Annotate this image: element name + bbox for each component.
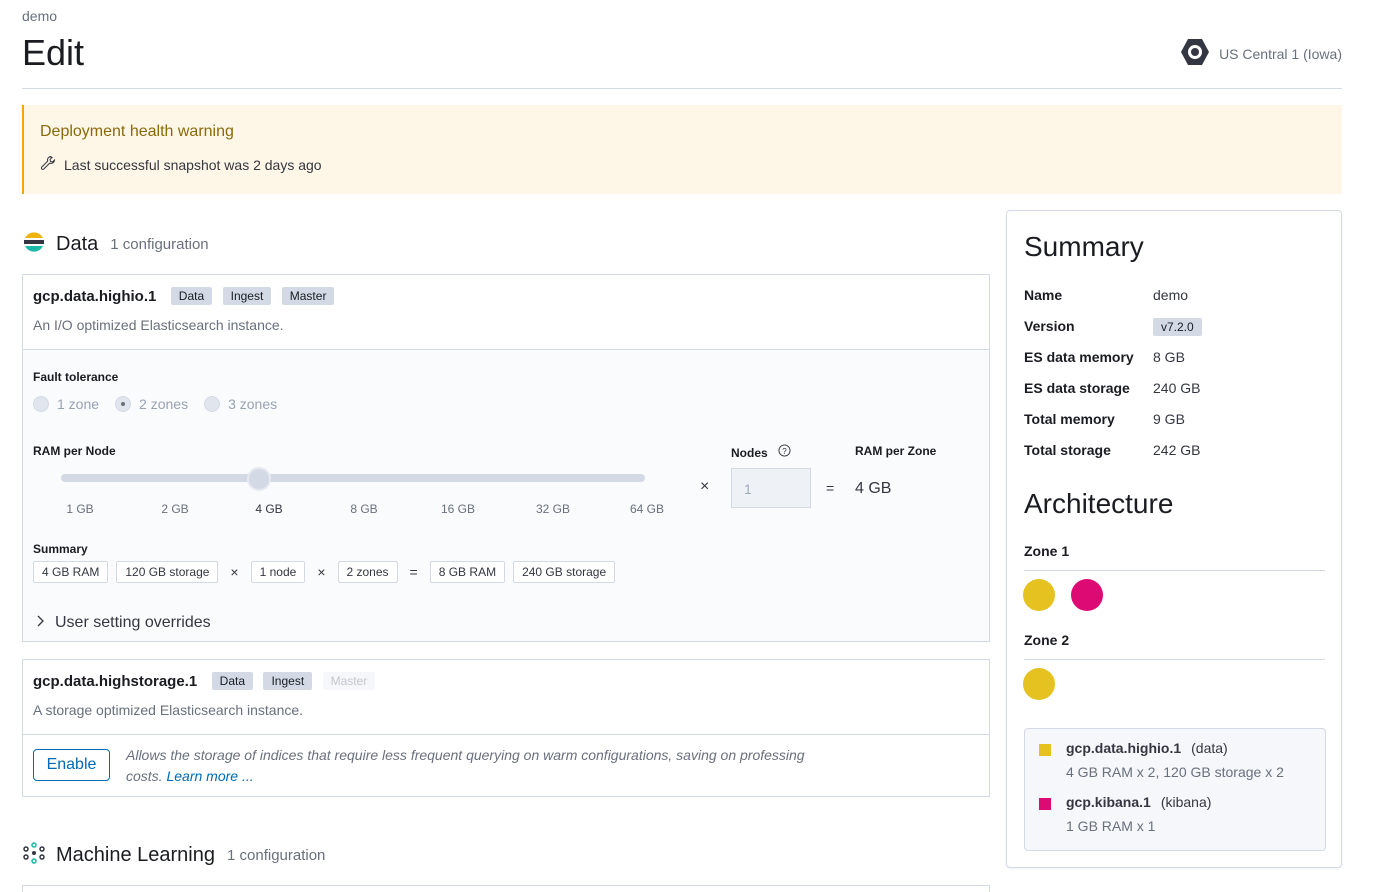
chevron-right-icon [35,614,45,632]
summary-storage-pill: 120 GB storage [116,561,219,583]
ram-slider-thumb[interactable] [247,467,271,491]
summary-row-total-memory: Total memory 9 GB [1024,411,1185,427]
instance-name: gcp.data.highstorage.1 [33,672,198,690]
zone-1-label: Zone 1 [1024,543,1070,559]
zone-1-data-node [1023,579,1055,611]
architecture-title: Architecture [1024,488,1174,519]
zone-1-kibana-node [1071,579,1103,611]
version-badge: v7.2.0 [1153,318,1202,336]
architecture-legend: gcp.data.highio.1 (data) 4 GB RAM x 2, 12… [1024,728,1326,851]
machine-learning-icon [22,841,46,870]
summary-label: Summary [33,542,88,556]
ml-section-header: Machine Learning 1 configuration [22,841,325,870]
equals-sign: = [409,564,418,580]
zone-divider [1024,570,1325,571]
tick-label: 8 GB [350,502,378,516]
radio-2-zones[interactable]: 2 zones [115,396,188,412]
zone-divider [1024,659,1325,660]
summary-row-total-storage: Total storage 242 GB [1024,442,1201,458]
callout-message: Last successful snapshot was 2 days ago [64,156,322,173]
multiply-sign: × [317,564,326,580]
fault-tolerance-group: 1 zone 2 zones 3 zones [33,396,277,412]
badge-master-disabled: Master [322,672,376,690]
user-setting-overrides-label: User setting overrides [55,614,211,631]
radio-3-zones[interactable]: 3 zones [204,396,277,412]
summary-ram-pill: 4 GB RAM [33,561,109,583]
enable-description: Allows the storage of indices that requi… [126,747,805,784]
ram-per-node-label: RAM per Node [33,444,116,458]
help-icon[interactable]: ? [778,444,791,462]
multiply-sign: × [230,564,239,580]
region-indicator: US Central 1 (Iowa) [1179,36,1342,71]
elasticsearch-icon [22,230,46,259]
page-title: Edit [22,32,85,73]
radio-1-zone[interactable]: 1 zone [33,396,99,412]
user-setting-overrides-toggle[interactable]: User setting overrides [35,614,211,632]
summary-row-es-storage: ES data storage 240 GB [1024,380,1201,396]
summary-row-version: Version v7.2.0 [1024,318,1202,336]
summary-nodes-pill: 1 node [250,561,306,583]
tick-label-selected: 4 GB [255,502,283,516]
enable-row: Enable Allows the storage of indices tha… [23,734,989,796]
nodes-label: Nodes [731,446,768,460]
equals-sign: = [826,480,835,496]
tick-label: 16 GB [440,502,476,516]
health-warning-callout: Deployment health warning Last successfu… [22,105,1342,194]
instance-panel-highstorage: gcp.data.highstorage.1 Data Ingest Maste… [22,659,990,797]
ram-per-zone-value: 4 GB [855,480,892,497]
data-section-header: Data 1 configuration [22,230,209,259]
wrench-icon [40,155,56,174]
instance-panel-highio: gcp.data.highio.1 Data Ingest Master An … [22,274,990,642]
data-section-title: Data [56,233,99,255]
badge-ingest: Ingest [222,287,272,305]
enable-button[interactable]: Enable [33,749,110,781]
summary-total-ram-pill: 8 GB RAM [429,561,506,583]
tick-label: 1 GB [66,502,94,516]
badge-data: Data [170,287,213,305]
instance-config: Fault tolerance 1 zone 2 zones 3 zones R… [23,349,989,641]
badge-ingest: Ingest [263,672,313,690]
tick-label: 64 GB [629,502,665,516]
instance-description: A storage optimized Elasticsearch instan… [33,702,304,719]
header-divider [22,88,1342,89]
badge-master: Master [281,287,335,305]
region-label: US Central 1 (Iowa) [1219,45,1342,62]
legend-swatch [1039,744,1051,756]
tick-label: 32 GB [535,502,571,516]
nodes-input[interactable]: 1 [731,468,811,508]
learn-more-link[interactable]: Learn more ... [166,768,253,784]
gcp-icon [1179,36,1211,71]
summary-zones-pill: 2 zones [337,561,398,583]
zone-2-label: Zone 2 [1024,632,1070,648]
legend-swatch [1039,798,1051,810]
ml-section-subtitle: 1 configuration [227,847,326,864]
data-section-subtitle: 1 configuration [110,236,209,253]
callout-title: Deployment health warning [40,123,234,140]
badge-data: Data [211,672,254,690]
zone-2-data-node [1023,668,1055,700]
ml-panel-edge [22,885,990,892]
summary-row-es-memory: ES data memory 8 GB [1024,349,1185,365]
multiply-sign: × [700,478,710,495]
ram-per-zone-label: RAM per Zone [855,444,937,458]
instance-description: An I/O optimized Elasticsearch instance. [33,317,284,334]
summary-card: Summary Name demo Version v7.2.0 ES data… [1006,210,1342,868]
summary-total-storage-pill: 240 GB storage [513,561,616,583]
fault-tolerance-label: Fault tolerance [33,370,119,384]
summary-calculation: 4 GB RAM 120 GB storage × 1 node × 2 zon… [33,561,616,583]
breadcrumb[interactable]: demo [22,8,57,24]
ml-section-title: Machine Learning [56,844,215,866]
tick-label: 2 GB [161,502,189,516]
ram-slider-track[interactable] [61,474,645,482]
summary-row-name: Name demo [1024,287,1189,303]
svg-text:?: ? [782,446,787,456]
instance-name: gcp.data.highio.1 [33,287,157,305]
summary-title: Summary [1024,231,1144,262]
